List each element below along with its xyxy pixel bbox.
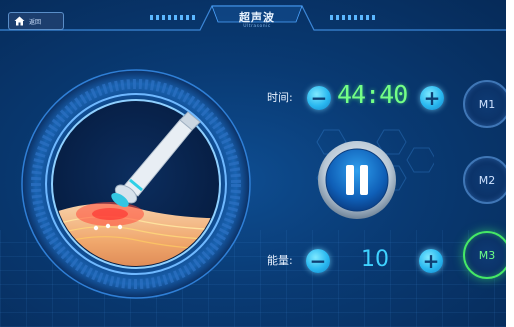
plus-icon: + — [423, 86, 441, 110]
energy-decrease-button[interactable]: − — [306, 249, 330, 273]
plus-icon: + — [422, 249, 440, 273]
home-button[interactable]: 返回 — [8, 12, 64, 30]
timer-display: 44:40 — [337, 80, 408, 109]
device-screen: 返回 超声波 Ultrasonic 时间: − 44:40 + 能量: − 10… — [0, 0, 514, 327]
mode-m3-button[interactable]: M3 — [463, 231, 511, 279]
energy-increase-button[interactable]: + — [419, 249, 443, 273]
time-label: 时间: — [267, 91, 293, 104]
minus-icon: − — [310, 86, 328, 110]
time-increase-button[interactable]: + — [420, 86, 444, 110]
mode-m2-button[interactable]: M2 — [463, 156, 511, 204]
mode-m2-label: M2 — [478, 173, 496, 187]
treatment-illustration — [21, 69, 251, 299]
energy-value: 10 — [361, 247, 389, 272]
pause-button[interactable] — [317, 140, 397, 220]
page-title: 超声波 — [239, 11, 275, 24]
time-decrease-button[interactable]: − — [307, 86, 331, 110]
mode-m3-label: M3 — [478, 248, 496, 262]
mode-m1-label: M1 — [478, 97, 496, 111]
mode-m1-button[interactable]: M1 — [463, 80, 511, 128]
home-icon — [14, 16, 25, 26]
minus-icon: − — [309, 249, 327, 273]
screen-margin — [506, 0, 514, 327]
energy-label: 能量: — [267, 254, 293, 267]
home-button-label: 返回 — [29, 18, 42, 26]
page-subtitle: Ultrasonic — [243, 24, 271, 29]
